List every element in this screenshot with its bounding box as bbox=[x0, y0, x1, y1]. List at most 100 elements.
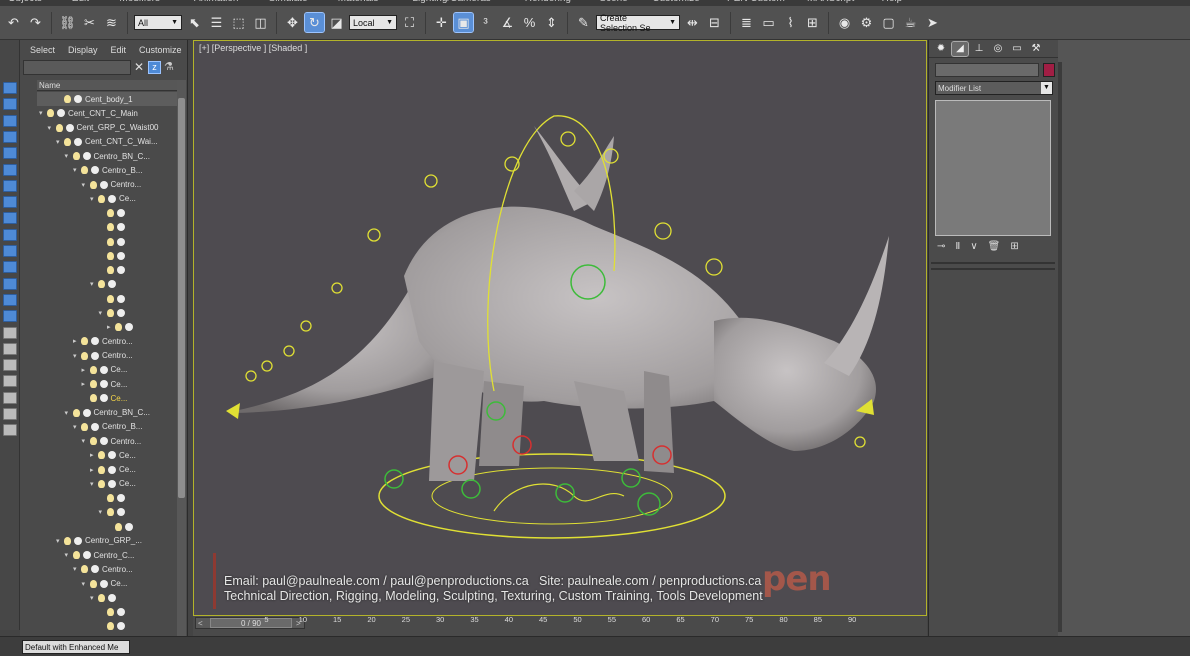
edit-named-selection-icon[interactable]: ✎ bbox=[574, 13, 593, 32]
display-filter-button[interactable] bbox=[3, 342, 17, 355]
visibility-bulb-icon[interactable] bbox=[98, 280, 105, 289]
display-filter-button[interactable] bbox=[3, 245, 17, 257]
visibility-bulb-icon[interactable] bbox=[89, 180, 97, 189]
display-filter-button[interactable] bbox=[3, 326, 17, 339]
tree-row[interactable] bbox=[37, 206, 177, 220]
close-icon[interactable]: ✕ bbox=[132, 60, 146, 75]
display-filter-button[interactable] bbox=[3, 82, 17, 94]
collapse-icon[interactable]: ▾ bbox=[73, 423, 81, 431]
collapse-icon[interactable]: ▾ bbox=[90, 195, 98, 203]
display-filter-button[interactable] bbox=[3, 310, 17, 323]
visibility-bulb-icon[interactable] bbox=[81, 422, 88, 431]
collapse-icon[interactable]: ▾ bbox=[82, 437, 90, 445]
keyboard-shortcut-override-icon[interactable]: ▣ bbox=[453, 12, 474, 33]
select-object-icon[interactable]: ⬉ bbox=[185, 13, 204, 32]
tree-row[interactable]: ▾ Ce... bbox=[37, 477, 177, 491]
display-filter-button[interactable] bbox=[3, 228, 17, 241]
tree-row[interactable] bbox=[37, 491, 177, 505]
select-by-name-icon[interactable]: ☰ bbox=[207, 13, 226, 32]
collapse-icon[interactable]: ▾ bbox=[65, 409, 73, 417]
tree-row[interactable]: ▾ bbox=[37, 277, 177, 291]
rendered-frame-window-icon[interactable]: ▢ bbox=[879, 13, 898, 32]
menu-item[interactable]: Help bbox=[882, 0, 903, 4]
visibility-bulb-icon[interactable] bbox=[98, 465, 105, 474]
visibility-bulb-icon[interactable] bbox=[106, 223, 114, 232]
display-filter-button[interactable] bbox=[3, 98, 17, 111]
column-header-name[interactable]: Name bbox=[37, 80, 177, 91]
menu-item[interactable]: Edit bbox=[72, 0, 89, 4]
scene-explorer-search-input[interactable] bbox=[23, 60, 131, 75]
visibility-bulb-icon[interactable] bbox=[106, 266, 114, 274]
tree-row[interactable] bbox=[37, 292, 177, 306]
tree-row[interactable] bbox=[37, 605, 177, 619]
rotate-icon[interactable]: ↻ bbox=[304, 12, 325, 33]
visibility-bulb-icon[interactable] bbox=[106, 237, 114, 246]
redo-icon[interactable]: ↷ bbox=[26, 13, 45, 32]
explorer-menu-item[interactable]: Edit bbox=[111, 45, 127, 55]
spinner-snap-icon[interactable]: ⇕ bbox=[542, 13, 561, 32]
collapse-icon[interactable]: ▾ bbox=[90, 280, 98, 288]
tree-row[interactable]: ▾ Ce... bbox=[37, 192, 177, 206]
menu-item[interactable]: Rendering bbox=[525, 0, 571, 4]
tree-row[interactable]: ▸ Ce... bbox=[37, 448, 177, 462]
display-filter-button[interactable] bbox=[3, 179, 17, 192]
display-tab-icon[interactable]: ▭ bbox=[1009, 42, 1025, 56]
unlink-icon[interactable]: ✂ bbox=[80, 13, 99, 32]
tree-row[interactable]: ▾ Centro_B... bbox=[37, 163, 177, 177]
time-slider[interactable]: < 0 / 90 > bbox=[195, 617, 305, 629]
collapse-icon[interactable]: ▾ bbox=[39, 109, 47, 117]
tree-row[interactable]: Cent_body_1 bbox=[37, 92, 177, 106]
render-iterative-icon[interactable]: ➤ bbox=[923, 13, 942, 32]
render-setup-icon[interactable]: ⚙ bbox=[857, 13, 876, 32]
display-filter-button[interactable] bbox=[3, 114, 17, 127]
visibility-bulb-icon[interactable] bbox=[115, 323, 122, 331]
collapse-icon[interactable]: ▾ bbox=[73, 565, 81, 573]
collapse-icon[interactable]: ▾ bbox=[73, 166, 81, 174]
ribbon-icon[interactable]: ▭ bbox=[759, 13, 778, 32]
explorer-menu-item[interactable]: Customize bbox=[139, 45, 182, 55]
display-filter-button[interactable] bbox=[3, 359, 17, 372]
render-production-icon[interactable]: ☕ bbox=[901, 13, 920, 32]
tree-row[interactable]: ▸ bbox=[37, 320, 177, 334]
display-filter-button[interactable] bbox=[3, 408, 17, 420]
collapse-icon[interactable]: ▾ bbox=[48, 124, 56, 132]
menu-item[interactable]: Simulate bbox=[269, 0, 308, 4]
tree-row[interactable]: ▾ Cent_CNT_C_Main bbox=[37, 106, 177, 120]
display-filter-button[interactable] bbox=[3, 212, 17, 225]
visibility-bulb-icon[interactable] bbox=[64, 137, 71, 146]
expand-icon[interactable]: ▸ bbox=[90, 451, 98, 459]
visibility-bulb-icon[interactable] bbox=[72, 152, 80, 160]
tree-row[interactable]: ▾ bbox=[37, 591, 177, 605]
visibility-bulb-icon[interactable] bbox=[106, 251, 114, 260]
rectangular-region-icon[interactable]: ⬚ bbox=[229, 13, 248, 32]
expand-icon[interactable]: ▸ bbox=[82, 380, 90, 388]
expand-icon[interactable]: ▸ bbox=[107, 323, 115, 331]
tree-row[interactable] bbox=[37, 220, 177, 234]
display-filter-button[interactable] bbox=[3, 196, 17, 209]
visibility-bulb-icon[interactable] bbox=[64, 95, 71, 103]
utilities-tab-icon[interactable]: ⚒ bbox=[1028, 42, 1044, 56]
visibility-bulb-icon[interactable] bbox=[72, 408, 80, 417]
collapse-icon[interactable]: ▾ bbox=[82, 580, 90, 588]
tree-row[interactable]: ▾ Centro_BN_C... bbox=[37, 149, 177, 163]
tree-row[interactable]: ▾ Centro... bbox=[37, 178, 177, 192]
material-editor-icon[interactable]: ◉ bbox=[835, 13, 854, 32]
schematic-view-icon[interactable]: ⊞ bbox=[803, 13, 822, 32]
tree-row[interactable]: ▾ Centro... bbox=[37, 562, 177, 576]
tree-row[interactable]: ▸ Ce... bbox=[37, 377, 177, 391]
select-manipulate-icon[interactable]: ✛ bbox=[432, 13, 451, 32]
remove-modifier-icon[interactable]: 🗑 bbox=[988, 241, 1001, 255]
explorer-menu-item[interactable]: Select bbox=[30, 45, 55, 55]
snaps-toggle-icon[interactable]: ³ bbox=[476, 13, 495, 32]
visibility-bulb-icon[interactable] bbox=[72, 551, 80, 559]
workspace-selector[interactable]: Default with Enhanced Me bbox=[22, 640, 130, 654]
collapse-icon[interactable]: ▾ bbox=[56, 138, 64, 146]
tree-row[interactable] bbox=[37, 235, 177, 249]
tree-row[interactable]: ▾ Centro... bbox=[37, 349, 177, 363]
tree-row[interactable] bbox=[37, 520, 177, 534]
tree-row[interactable]: ▾ Cent_CNT_C_Wai... bbox=[37, 135, 177, 149]
tree-row[interactable]: ▾ Centro... bbox=[37, 434, 177, 448]
motion-tab-icon[interactable]: ◎ bbox=[990, 42, 1006, 56]
named-selection-dropdown[interactable]: Create Selection Se ▼ bbox=[596, 13, 680, 33]
filter-toggle-icon[interactable]: z bbox=[148, 61, 161, 74]
